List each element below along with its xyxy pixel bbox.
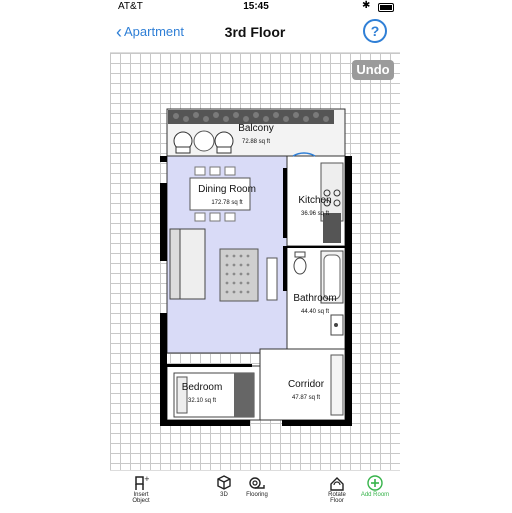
bluetooth-icon: ✱ [362, 0, 371, 11]
bedroom-area: 32.10 sq ft [188, 398, 216, 404]
view-3d-button[interactable]: 3D [212, 475, 236, 498]
help-button[interactable]: ? [363, 19, 387, 43]
balcony-table[interactable] [193, 130, 215, 152]
flooring-button[interactable]: Flooring [242, 475, 272, 498]
plus-circle-icon [367, 475, 383, 491]
add-room-label: Add Room [360, 492, 390, 498]
bathroom-area: 44.40 sq ft [301, 309, 329, 315]
balcony-chair[interactable] [173, 131, 193, 154]
dining-room-label: Dining Room [198, 184, 256, 195]
rotate-floor-button[interactable]: Rotate Floor [322, 475, 352, 504]
sink-icon[interactable] [330, 314, 344, 336]
clock: 15:45 [243, 1, 269, 12]
rotate-floor-label: Rotate Floor [328, 492, 346, 504]
cube-icon [217, 475, 231, 490]
chair-icon: + [135, 475, 149, 490]
flooring-roll-icon [249, 477, 265, 489]
corridor-area: 47.87 sq ft [292, 395, 320, 401]
svg-text:+: + [144, 475, 149, 483]
corridor-label: Corridor [288, 379, 325, 390]
bathroom-label: Bathroom [293, 293, 336, 304]
nav-bar: ‹ Apartment 3rd Floor ? [110, 18, 400, 48]
undo-button[interactable]: Undo [352, 60, 394, 80]
floor-plan-canvas[interactable]: Balcony 72.88 sq ft Dining Room 172.78 s… [110, 52, 400, 471]
balcony-chair[interactable] [214, 131, 234, 154]
bottom-toolbar: + Insert Object 3D Flooring Rotate Floor [110, 470, 400, 513]
floor-plan: Balcony 72.88 sq ft Dining Room 172.78 s… [160, 108, 352, 426]
tv-stand[interactable] [266, 257, 278, 301]
sofa[interactable] [169, 228, 206, 300]
balcony-area: 72.88 sq ft [242, 139, 270, 145]
wardrobe[interactable] [330, 354, 344, 416]
dining-room-area: 172.78 sq ft [211, 200, 243, 206]
page-title: 3rd Floor [224, 24, 286, 40]
flooring-label: Flooring [246, 492, 268, 498]
rotate-house-icon [330, 477, 344, 491]
kitchen-area: 36.96 sq ft [301, 211, 329, 217]
view-3d-label: 3D [220, 492, 228, 498]
insert-object-button[interactable]: + Insert Object [126, 475, 156, 504]
add-room-button[interactable]: Add Room [358, 475, 392, 498]
balcony-label: Balcony [238, 123, 274, 134]
bedroom-label: Bedroom [182, 382, 223, 393]
kitchen-label: Kitchen [298, 195, 331, 206]
balcony-planter [168, 110, 334, 124]
bed[interactable] [173, 372, 255, 418]
status-bar: AT&T 15:45 ✱ [0, 0, 512, 14]
battery-icon [378, 3, 394, 12]
toilet-icon[interactable] [293, 251, 307, 275]
rug[interactable] [219, 248, 259, 302]
fridge[interactable] [323, 213, 341, 243]
insert-object-label: Insert Object [132, 492, 150, 504]
